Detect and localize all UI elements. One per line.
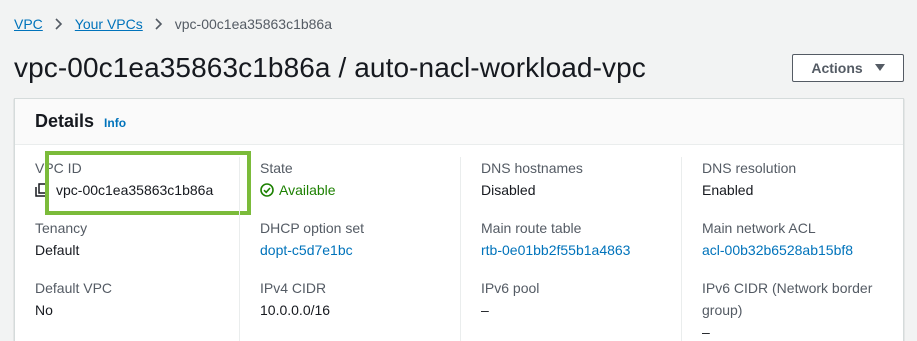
details-column-3: DNS hostnames Disabled Main route table … — [460, 157, 681, 341]
field-label: Default VPC — [35, 280, 113, 296]
info-link[interactable]: Info — [104, 116, 126, 130]
page-title: vpc-00c1ea35863c1b86a / auto-nacl-worklo… — [14, 52, 646, 83]
dhcp-option-set-link[interactable]: dopt-c5d7e1bc — [260, 239, 460, 261]
field-label: IPv6 CIDR (Network border group) — [702, 280, 873, 318]
field-label: DNS hostnames — [481, 160, 583, 176]
field-default-vpc: Default VPC No — [35, 277, 235, 321]
field-vpc-id: VPC ID vpc-00c1ea35863c1b86a — [35, 151, 251, 215]
field-label: Main route table — [481, 220, 582, 236]
chevron-right-icon — [154, 18, 164, 30]
details-title: Details — [35, 111, 95, 131]
field-ipv6-cidr: IPv6 CIDR (Network border group) – — [702, 277, 902, 341]
field-tenancy: Tenancy Default — [35, 217, 235, 261]
breadcrumb: VPC Your VPCs vpc-00c1ea35863c1b86a — [14, 14, 332, 34]
field-main-network-acl: Main network ACL acl-00b32b6528ab15bf8 — [702, 217, 902, 261]
vpc-id-highlight — [45, 151, 251, 215]
field-label: Main network ACL — [702, 220, 816, 236]
actions-button-label: Actions — [811, 60, 863, 76]
field-value: – — [481, 302, 489, 318]
field-dns-resolution: DNS resolution Enabled — [702, 157, 902, 201]
caret-down-icon — [874, 64, 885, 71]
field-dhcp-option-set: DHCP option set dopt-c5d7e1bc — [260, 217, 460, 261]
field-value: Enabled — [702, 182, 754, 198]
details-column-4: DNS resolution Enabled Main network ACL … — [681, 157, 902, 341]
details-column-2: State Available DHCP option set dopt-c5d… — [239, 157, 460, 341]
field-value: No — [35, 302, 53, 318]
field-value: Default — [35, 242, 80, 258]
field-ipv4-cidr: IPv4 CIDR 10.0.0.0/16 — [260, 277, 460, 321]
breadcrumb-vpc[interactable]: VPC — [14, 16, 43, 32]
field-label: IPv4 CIDR — [260, 280, 327, 296]
field-label: DHCP option set — [260, 220, 365, 236]
actions-button[interactable]: Actions — [792, 54, 904, 82]
field-ipv6-pool: IPv6 pool – — [481, 277, 681, 321]
main-network-acl-link[interactable]: acl-00b32b6528ab15bf8 — [702, 239, 902, 261]
details-column-1: VPC ID vpc-00c1ea35863c1b86a Tenancy Def… — [15, 151, 251, 341]
field-main-route-table: Main route table rtb-0e01bb2f55b1a4863 — [481, 217, 681, 261]
field-label: DNS resolution — [702, 160, 797, 176]
main-route-table-link[interactable]: rtb-0e01bb2f55b1a4863 — [481, 239, 681, 261]
field-label: State — [260, 160, 293, 176]
field-value: – — [702, 324, 710, 340]
state-value: Available — [279, 182, 336, 198]
check-circle-icon — [260, 183, 274, 197]
chevron-right-icon — [54, 18, 64, 30]
breadcrumb-current: vpc-00c1ea35863c1b86a — [174, 16, 333, 32]
details-header: Details Info — [15, 99, 903, 145]
field-label: Tenancy — [35, 220, 88, 236]
breadcrumb-your-vpcs[interactable]: Your VPCs — [75, 16, 143, 32]
field-label: IPv6 pool — [481, 280, 540, 296]
field-value: Available — [260, 179, 460, 201]
details-panel: Details Info VPC ID vpc-00c1ea35863c1b86… — [14, 98, 904, 341]
field-state: State Available — [260, 157, 460, 201]
field-dns-hostnames: DNS hostnames Disabled — [481, 157, 681, 201]
field-value: Disabled — [481, 182, 536, 198]
field-value: 10.0.0.0/16 — [260, 302, 331, 318]
